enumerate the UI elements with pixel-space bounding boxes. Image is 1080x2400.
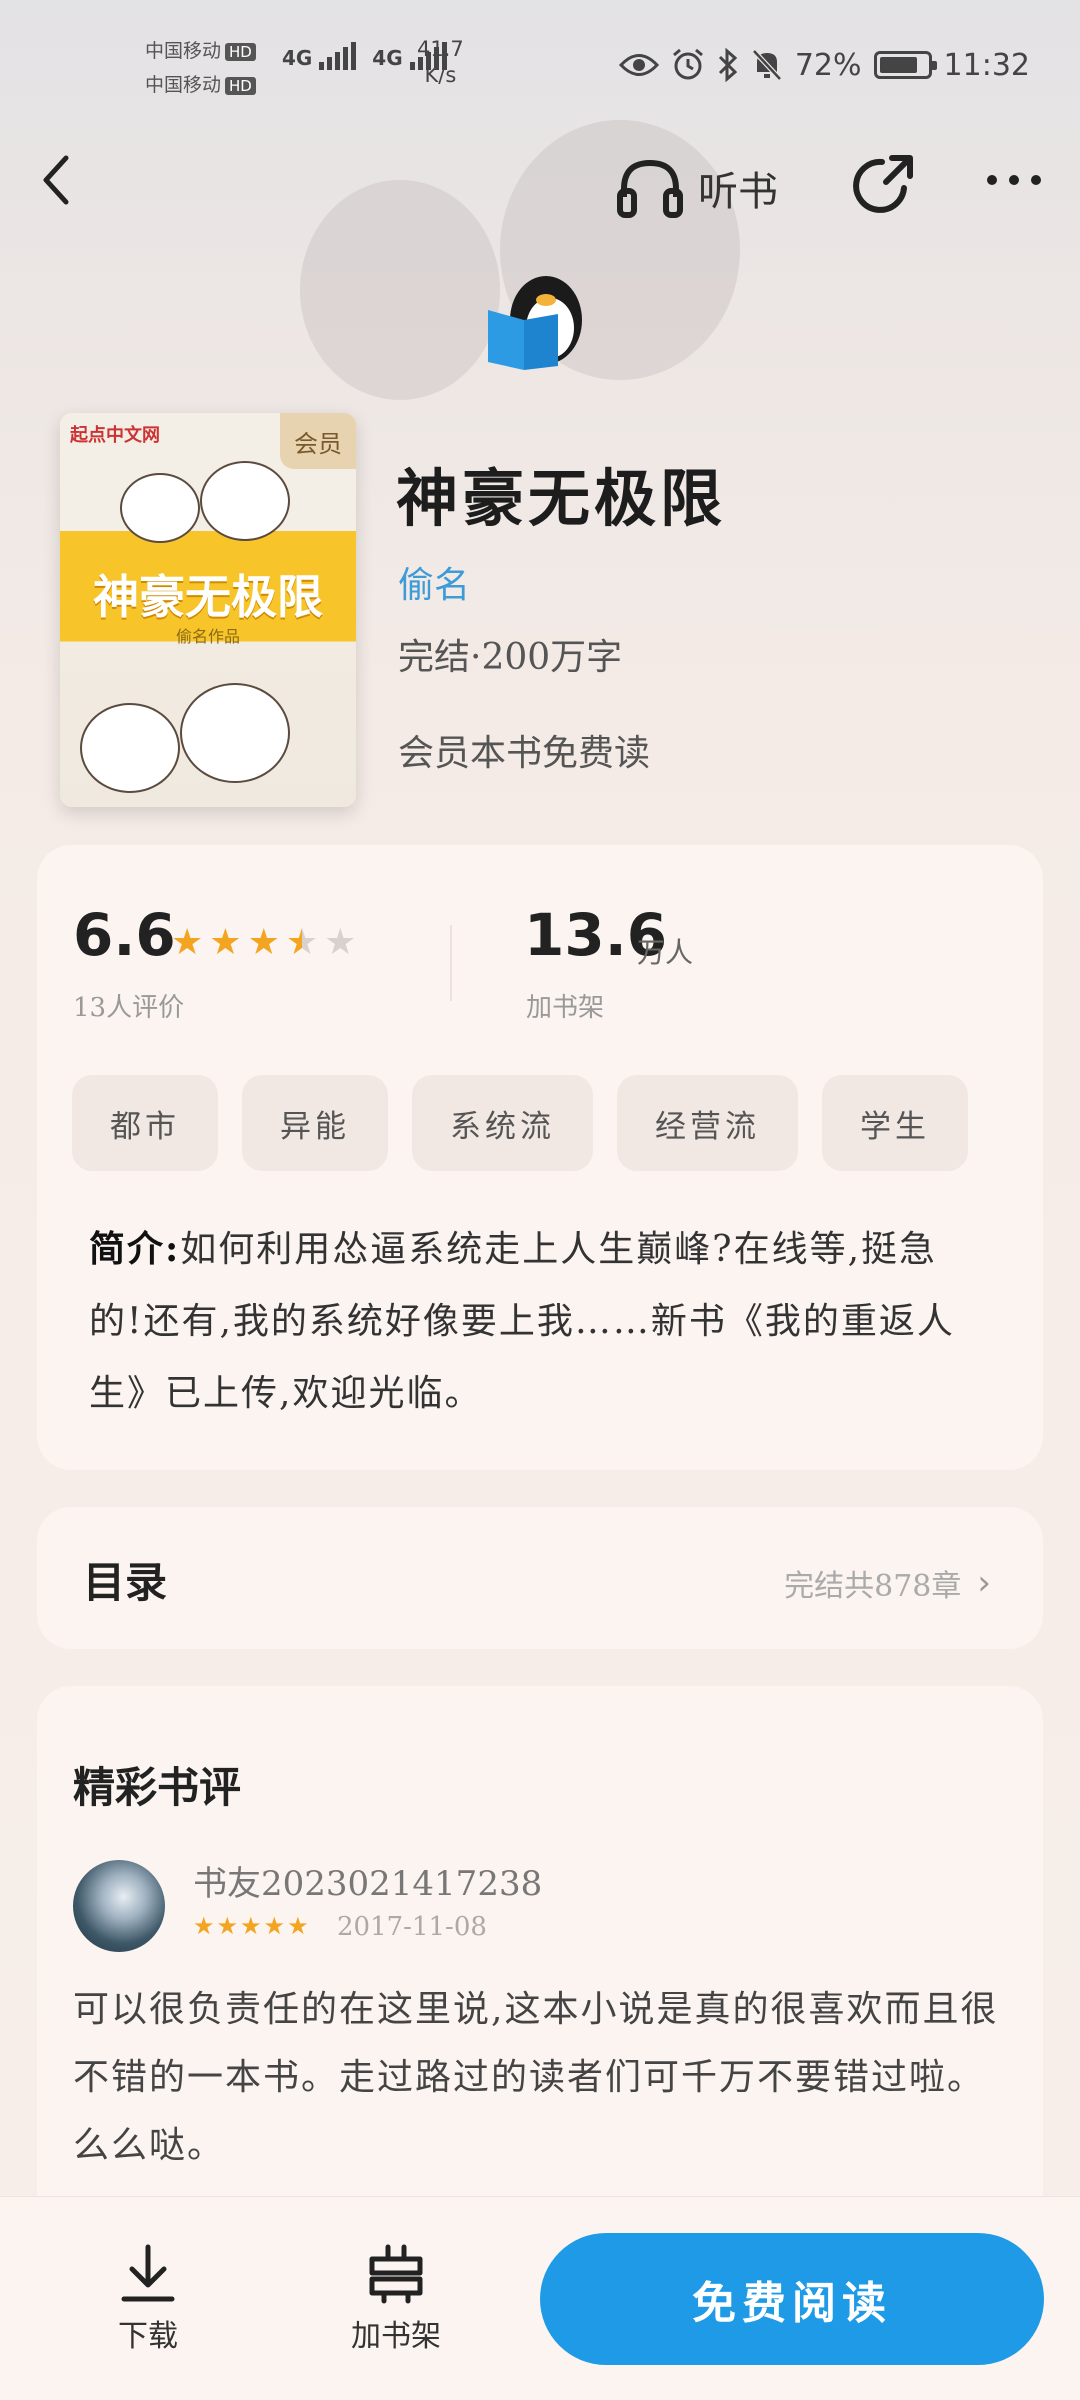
tag-list: 都市 异能 系统流 经营流 学生 [72, 1075, 968, 1171]
cover-cartoon [200, 461, 290, 541]
network-speed-value: 41.7 [417, 37, 464, 61]
author-link[interactable]: 偷名 [398, 556, 470, 608]
status-bar: 中国移动 HD 中国移动 HD 4G 4G 41.7 K/s 72% 11:32 [0, 0, 1080, 130]
bookshelf-add-icon [369, 2244, 423, 2304]
review-text[interactable]: 可以很负责任的在这里说,这本小说是真的很喜欢而且很不错的一本书。走过路过的读者们… [73, 1976, 1003, 2180]
battery-icon [873, 51, 937, 79]
star-icon: ★ [171, 922, 204, 963]
book-title: 神豪无极限 [396, 462, 727, 535]
reviews-section-title: 精彩书评 [73, 1763, 242, 1812]
book-meta: 完结·200万字 [398, 637, 623, 678]
listen-book-button[interactable]: 听书 [616, 158, 778, 218]
share-button[interactable] [848, 152, 916, 220]
status-icons: 72% 11:32 [618, 45, 1030, 85]
star-icon: ★ [287, 1912, 309, 1940]
rating-stars: ★ ★ ★ ★ ★ [171, 925, 356, 961]
vip-free-note: 会员本书免费读 [398, 733, 651, 774]
tag-chip[interactable]: 学生 [822, 1075, 968, 1171]
back-button[interactable] [36, 150, 86, 220]
carrier-1: 中国移动 [145, 40, 222, 62]
star-icon: ★ [263, 1912, 286, 1940]
book-info-card: 6.6 ★ ★ ★ ★ ★ 13人评价 13.6 万人 加书架 都市 异能 系统流 经营… [37, 845, 1043, 1470]
toc-chapter-count: 完结共878章 [784, 1569, 962, 1604]
tag-chip[interactable]: 系统流 [412, 1075, 593, 1171]
cover-cartoon [120, 473, 200, 543]
share-icon [853, 155, 913, 213]
shelf-count-unit: 万人 [637, 936, 694, 969]
carrier-info: 中国移动 HD 中国移动 HD [145, 34, 256, 102]
star-icon: ★ [285, 922, 319, 963]
bluetooth-icon [718, 48, 738, 82]
download-label: 下载 [118, 2319, 178, 2354]
alarm-icon [672, 48, 703, 80]
listen-book-label: 听书 [698, 169, 778, 215]
add-to-shelf-button[interactable]: 加书架 [336, 2243, 456, 2355]
download-button[interactable]: 下载 [88, 2243, 208, 2355]
network-type-1: 4G [282, 46, 313, 70]
stats-divider [450, 925, 452, 1001]
hd-badge-2: HD [225, 77, 256, 95]
star-icon: ★ [216, 1912, 239, 1940]
star-icon: ★ [247, 922, 280, 963]
download-icon [121, 2244, 175, 2302]
toc-title: 目录 [83, 1558, 168, 1607]
rating-score[interactable]: 6.6 [73, 901, 176, 969]
bottom-action-bar: 下载 加书架 免费阅读 [0, 2196, 1080, 2400]
star-icon: ★ [209, 922, 242, 963]
background-penguin-illustration [300, 180, 500, 400]
book-cover[interactable]: 起点中文网 会员 神豪无极限 偷名作品 [60, 413, 356, 807]
tag-chip[interactable]: 异能 [242, 1075, 388, 1171]
tag-chip[interactable]: 经营流 [617, 1075, 798, 1171]
toc-info: 完结共878章 › [784, 1561, 991, 1605]
vip-badge: 会员 [280, 413, 356, 469]
network-speed: 41.7 K/s [417, 36, 464, 88]
cover-cartoon [180, 683, 290, 783]
cover-author: 偷名作品 [175, 627, 240, 646]
penguin-reading-mascot-icon [488, 276, 582, 370]
more-dots-icon [987, 175, 1041, 185]
review-date: 2017-11-08 [337, 1912, 487, 1942]
signal-bars-icon [319, 42, 359, 70]
chevron-right-icon: › [977, 1563, 991, 1603]
avatar[interactable] [73, 1860, 165, 1952]
mute-bell-icon [752, 49, 782, 81]
battery-percent: 72% [794, 47, 862, 83]
intro-label: 简介: [89, 1228, 181, 1270]
table-of-contents-row[interactable]: 目录 完结共878章 › [37, 1507, 1043, 1649]
rating-count[interactable]: 13人评价 [73, 987, 184, 1024]
chevron-left-icon [43, 155, 69, 205]
eye-icon [618, 54, 659, 76]
star-icon: ★ [324, 922, 357, 963]
add-to-shelf-label: 加书架 [351, 2319, 441, 2354]
cover-title: 神豪无极限 [93, 570, 323, 624]
clock: 11:32 [943, 47, 1030, 83]
shelf-count-label: 加书架 [526, 993, 605, 1023]
cover-cartoon [80, 703, 180, 793]
carrier-2: 中国移动 [145, 74, 222, 96]
book-intro[interactable]: 简介:如何利用怂逼系统走上人生巅峰?在线等,挺急的!还有,我的系统好像要上我……… [89, 1213, 987, 1430]
cover-publisher-logo: 起点中文网 [70, 425, 160, 446]
network-type-2: 4G [372, 46, 403, 70]
review-username[interactable]: 书友2023021417238 [193, 1856, 542, 1905]
headphones-icon [617, 159, 683, 218]
free-read-button[interactable]: 免费阅读 [540, 2233, 1044, 2365]
hd-badge-1: HD [225, 43, 256, 61]
intro-text: 如何利用怂逼系统走上人生巅峰?在线等,挺急的!还有,我的系统好像要上我……新书《… [89, 1229, 955, 1414]
more-options-button[interactable] [984, 150, 1044, 222]
tag-chip[interactable]: 都市 [72, 1075, 218, 1171]
star-icon: ★ [193, 1912, 215, 1940]
network-speed-unit: K/s [424, 63, 457, 87]
star-icon: ★ [240, 1912, 262, 1940]
review-stars: ★ ★ ★ ★ ★ [193, 1912, 309, 1940]
